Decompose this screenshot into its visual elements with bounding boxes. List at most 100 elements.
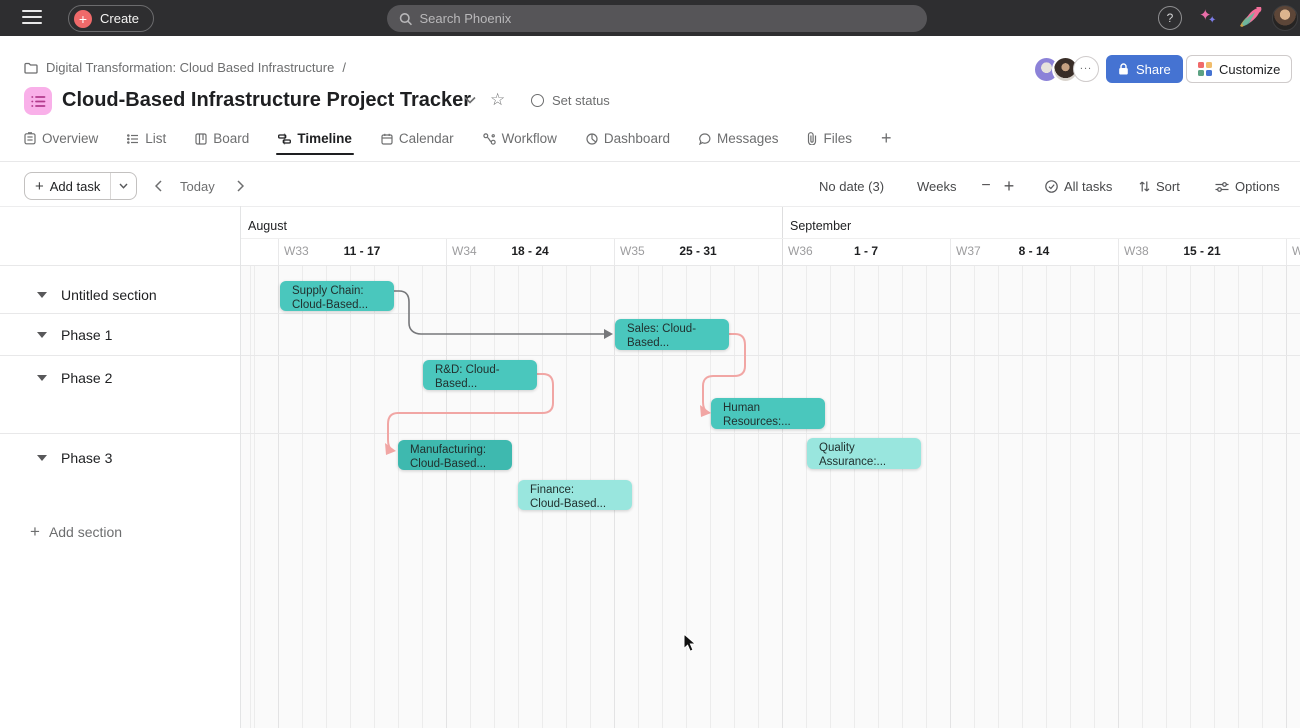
customize-button[interactable]: Customize: [1186, 55, 1292, 83]
tab-calendar[interactable]: Calendar: [381, 131, 454, 146]
section-label[interactable]: Untitled section: [61, 287, 157, 303]
caret-down-icon[interactable]: [37, 375, 47, 381]
section-row-phase-1[interactable]: Phase 1: [0, 321, 239, 349]
task-bar-supply-chain[interactable]: Supply Chain: Cloud-Based...: [280, 281, 394, 311]
global-topbar: + Create ? ✦✦: [0, 0, 1300, 36]
prev-period-button[interactable]: [148, 176, 168, 196]
lock-icon: [1118, 63, 1129, 76]
search-icon: [399, 12, 412, 26]
timeline-icon: [278, 133, 291, 145]
filter-button[interactable]: All tasks: [1045, 179, 1112, 194]
section-label[interactable]: Phase 3: [61, 450, 112, 466]
sliders-icon: [1215, 181, 1229, 193]
chevron-left-icon: [155, 180, 162, 192]
minus-icon: −: [981, 177, 990, 195]
sidebar-toggle-icon[interactable]: [22, 10, 42, 26]
chevron-down-icon[interactable]: [464, 96, 476, 104]
section-row-phase-2[interactable]: Phase 2: [0, 364, 239, 392]
help-button[interactable]: ?: [1158, 6, 1182, 30]
task-bar-quality-assurance[interactable]: Quality Assurance:...: [807, 438, 921, 469]
workflow-icon: [483, 133, 496, 145]
divider: [0, 433, 1300, 434]
tab-dashboard[interactable]: Dashboard: [586, 131, 670, 146]
create-button-label: Create: [100, 11, 139, 26]
divider: [0, 206, 1300, 207]
breadcrumb[interactable]: Digital Transformation: Cloud Based Infr…: [24, 60, 346, 75]
set-status-label: Set status: [552, 93, 610, 108]
next-period-button[interactable]: [230, 176, 250, 196]
zoom-out-button[interactable]: −: [976, 176, 996, 196]
task-bar-human-resources[interactable]: Human Resources:...: [711, 398, 825, 429]
section-row-phase-3[interactable]: Phase 3: [0, 444, 239, 472]
mouse-cursor: [683, 633, 699, 653]
chevron-down-icon: [119, 183, 128, 189]
week-header: W33 11 - 17 W34 18 - 24 W35 25 - 31 W36 …: [240, 238, 1300, 265]
month-label: August: [248, 219, 287, 233]
add-task-button[interactable]: + Add task: [24, 172, 137, 200]
plus-icon: +: [1004, 176, 1015, 197]
task-bar-rnd[interactable]: R&D: Cloud- Based...: [423, 360, 537, 390]
page-title: Cloud-Based Infrastructure Project Track…: [62, 89, 471, 112]
month-label: September: [790, 219, 851, 233]
plus-icon: +: [35, 178, 44, 195]
plus-icon: +: [30, 522, 40, 542]
section-label[interactable]: Phase 2: [61, 370, 112, 386]
project-members: ...: [1033, 55, 1099, 83]
add-task-dropdown[interactable]: [110, 173, 136, 199]
chevron-right-icon: [237, 180, 244, 192]
zoom-level-button[interactable]: Weeks: [917, 179, 957, 194]
divider: [0, 265, 1300, 266]
task-bar-sales[interactable]: Sales: Cloud- Based...: [615, 319, 729, 350]
customize-grid-icon: [1198, 62, 1212, 76]
add-section-button[interactable]: + Add section: [30, 522, 122, 542]
task-bar-finance[interactable]: Finance: Cloud-Based...: [518, 480, 632, 510]
list-glyph-icon: [31, 95, 46, 108]
sort-button[interactable]: Sort: [1139, 179, 1180, 194]
week-cell: W: [1286, 244, 1300, 260]
more-members-button[interactable]: ...: [1073, 56, 1099, 82]
tab-messages[interactable]: Messages: [699, 131, 779, 146]
share-button[interactable]: Share: [1106, 55, 1183, 83]
divider: [0, 313, 1300, 314]
timeline-canvas[interactable]: [240, 265, 1300, 728]
tab-list[interactable]: List: [127, 131, 166, 146]
no-date-button[interactable]: No date (3): [819, 179, 884, 194]
add-tab-button[interactable]: +: [881, 128, 892, 149]
task-bar-manufacturing[interactable]: Manufacturing: Cloud-Based...: [398, 440, 512, 470]
add-section-label: Add section: [49, 524, 122, 540]
set-status-button[interactable]: Set status: [531, 93, 610, 108]
star-icon[interactable]: ☆: [490, 90, 505, 110]
section-row-untitled[interactable]: Untitled section: [0, 281, 239, 309]
ai-sparkle-icon[interactable]: ✦✦: [1197, 5, 1223, 31]
messages-icon: [699, 133, 711, 145]
sort-arrows-icon: [1139, 180, 1150, 193]
section-label[interactable]: Phase 1: [61, 327, 112, 343]
calendar-icon: [381, 133, 393, 145]
view-tabs: Overview List Board Timeline Calendar Wo…: [24, 128, 892, 149]
folder-icon: [24, 62, 38, 74]
zoom-in-button[interactable]: +: [999, 176, 1019, 196]
project-icon[interactable]: [24, 87, 52, 115]
add-task-label: Add task: [50, 179, 101, 194]
global-search[interactable]: [387, 5, 927, 32]
options-button[interactable]: Options: [1215, 179, 1280, 194]
panel-border: [240, 206, 241, 728]
search-input[interactable]: [419, 11, 915, 26]
tab-timeline[interactable]: Timeline: [278, 131, 352, 146]
today-button[interactable]: Today: [180, 179, 215, 194]
overview-icon: [24, 132, 36, 145]
tab-files[interactable]: Files: [807, 131, 852, 146]
tab-overview[interactable]: Overview: [24, 131, 98, 146]
divider: [0, 161, 1300, 162]
tab-board[interactable]: Board: [195, 131, 249, 146]
tab-workflow[interactable]: Workflow: [483, 131, 557, 146]
breadcrumb-separator: /: [342, 60, 346, 75]
caret-down-icon[interactable]: [37, 455, 47, 461]
month-divider: [782, 206, 783, 265]
create-button[interactable]: + Create: [68, 5, 154, 32]
caret-down-icon[interactable]: [37, 332, 47, 338]
divider: [0, 355, 1300, 356]
user-avatar[interactable]: [1272, 5, 1298, 31]
customize-button-label: Customize: [1219, 62, 1280, 77]
caret-down-icon[interactable]: [37, 292, 47, 298]
